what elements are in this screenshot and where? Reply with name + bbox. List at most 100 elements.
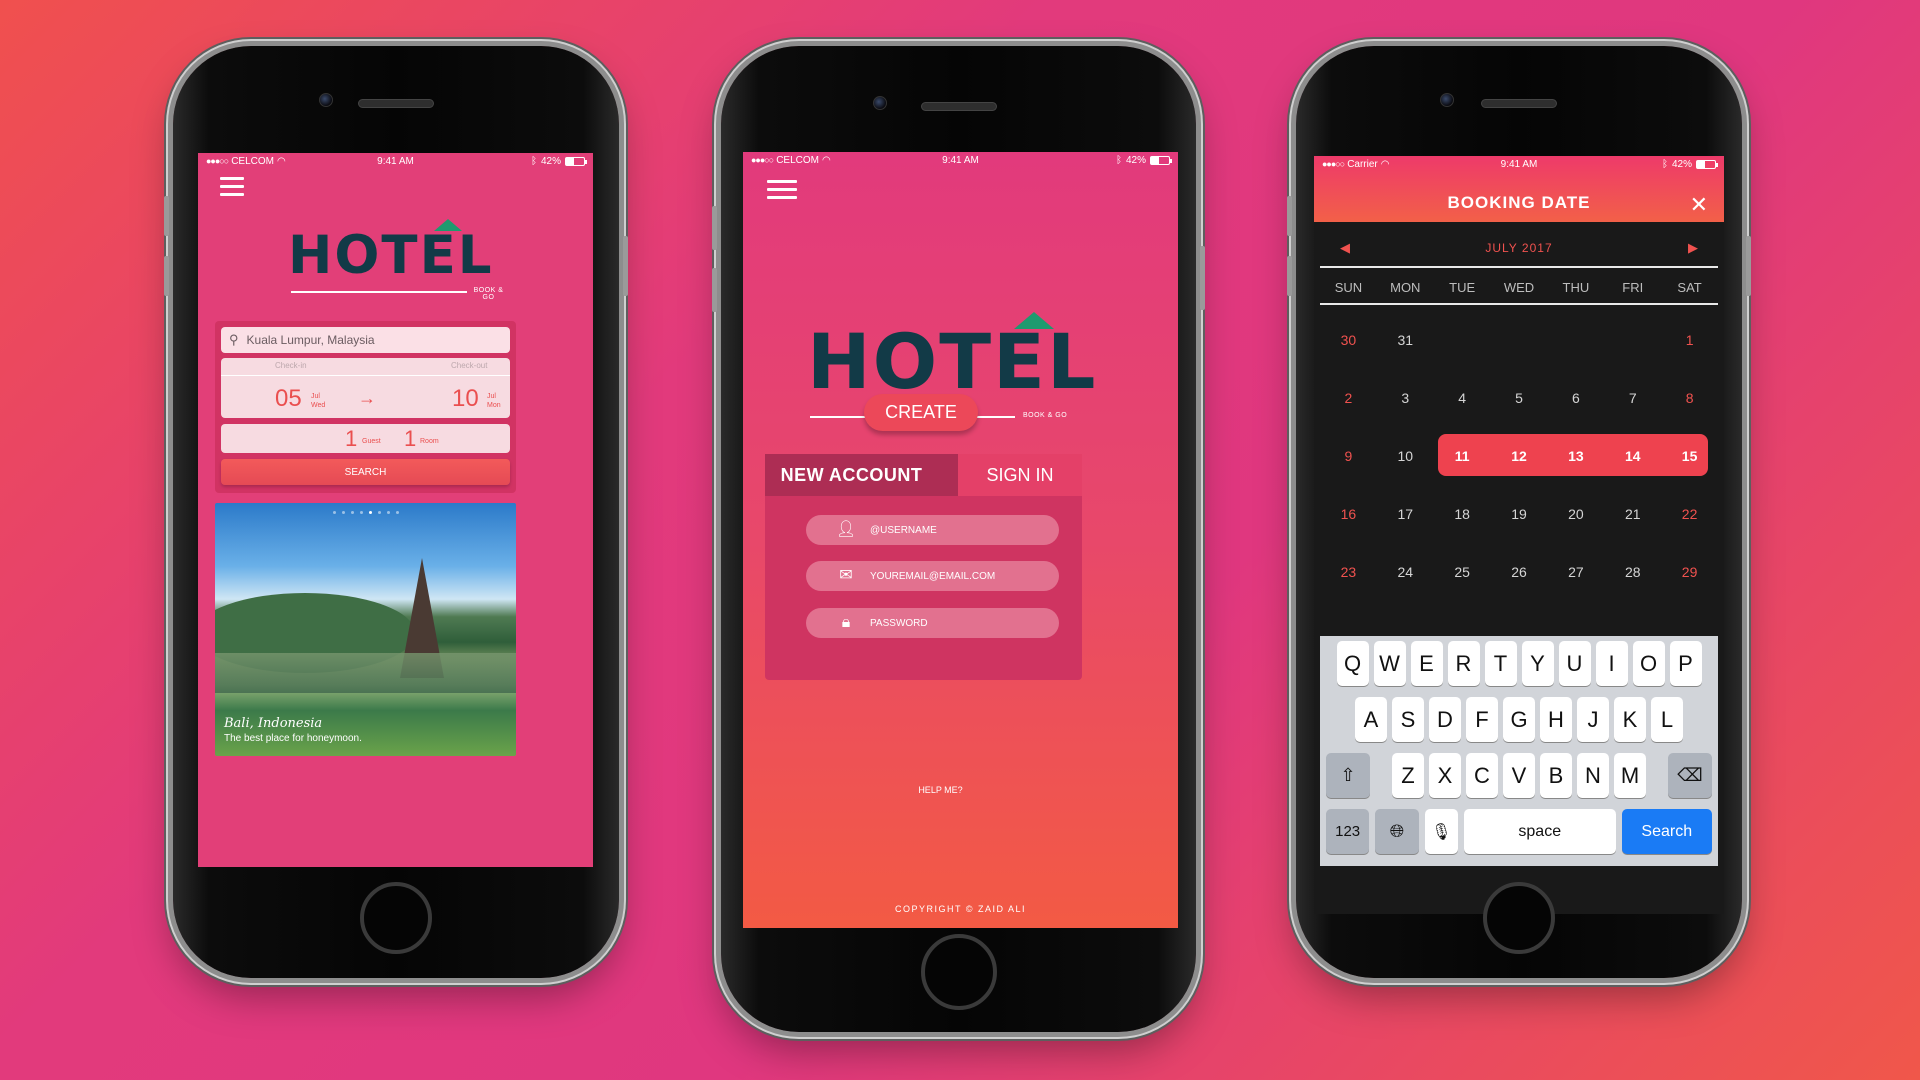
globe-key-icon[interactable]: 🌐︎ — [1375, 809, 1419, 854]
date-picker[interactable]: Check-in Check-out 05 Jul Wed → 10 Jul M… — [221, 358, 510, 418]
lock-icon: 🔒︎ — [841, 614, 851, 631]
microphone-key-icon[interactable]: 🎙︎ — [1424, 809, 1459, 854]
calendar-day[interactable]: 9 — [1320, 448, 1377, 506]
home-button[interactable] — [360, 882, 432, 954]
calendar-day-selected[interactable]: 12 — [1491, 448, 1548, 506]
next-month-icon[interactable]: ▶ — [1688, 240, 1698, 256]
calendar-day[interactable]: 6 — [1547, 390, 1604, 448]
checkout-day[interactable]: 10 — [452, 385, 479, 413]
guest-room-selector[interactable]: 1 Guest 1 Room — [221, 424, 510, 453]
key[interactable]: L — [1651, 697, 1683, 742]
shift-key-icon[interactable]: ⇧ — [1326, 753, 1370, 798]
key[interactable]: R — [1447, 641, 1480, 686]
key[interactable]: A — [1355, 697, 1387, 742]
key[interactable]: Q — [1336, 641, 1369, 686]
key[interactable]: I — [1595, 641, 1628, 686]
search-icon: ⚲ — [229, 332, 239, 347]
calendar-day[interactable] — [1547, 332, 1604, 390]
checkin-day[interactable]: 05 — [275, 385, 302, 413]
menu-icon[interactable] — [220, 177, 244, 196]
calendar-day[interactable]: 7 — [1604, 390, 1661, 448]
calendar-day[interactable]: 26 — [1491, 564, 1548, 622]
key[interactable]: J — [1577, 697, 1609, 742]
search-button[interactable]: SEARCH — [221, 459, 510, 485]
calendar-day[interactable]: 23 — [1320, 564, 1377, 622]
key[interactable]: D — [1429, 697, 1461, 742]
key[interactable]: G — [1503, 697, 1535, 742]
key[interactable]: Y — [1521, 641, 1554, 686]
calendar-day-selected[interactable]: 11 — [1434, 448, 1491, 506]
key[interactable]: O — [1632, 641, 1665, 686]
calendar-day[interactable] — [1491, 332, 1548, 390]
tab-sign-in[interactable]: SIGN IN — [958, 454, 1082, 496]
calendar-day[interactable]: 5 — [1491, 390, 1548, 448]
weekday-label: WED — [1503, 280, 1535, 295]
calendar-day[interactable]: 1 — [1661, 332, 1718, 390]
key[interactable]: X — [1429, 753, 1461, 798]
destination-search[interactable]: ⚲ Kuala Lumpur, Malaysia — [221, 327, 510, 353]
key[interactable]: B — [1540, 753, 1572, 798]
key[interactable]: C — [1466, 753, 1498, 798]
backspace-key-icon[interactable]: ⌫ — [1668, 753, 1712, 798]
calendar-day[interactable]: 19 — [1491, 506, 1548, 564]
key[interactable]: V — [1503, 753, 1535, 798]
calendar-day[interactable]: 25 — [1434, 564, 1491, 622]
key[interactable]: E — [1410, 641, 1443, 686]
key[interactable]: F — [1466, 697, 1498, 742]
key[interactable]: H — [1540, 697, 1572, 742]
calendar-day-selected[interactable]: 14 — [1604, 448, 1661, 506]
carousel-dots[interactable] — [215, 511, 516, 514]
calendar-day[interactable]: 3 — [1377, 390, 1434, 448]
key[interactable]: S — [1392, 697, 1424, 742]
weekday-label: SUN — [1334, 280, 1363, 295]
calendar-day-selected[interactable]: 13 — [1547, 448, 1604, 506]
close-icon[interactable]: ✕ — [1690, 192, 1708, 218]
hotel-logo: HOTEL BOOK & GO — [288, 219, 508, 301]
calendar-day[interactable] — [1434, 332, 1491, 390]
key[interactable]: T — [1484, 641, 1517, 686]
calendar-day[interactable] — [1604, 332, 1661, 390]
home-button[interactable] — [1483, 882, 1555, 954]
calendar-day[interactable]: 27 — [1547, 564, 1604, 622]
calendar-day-selected[interactable]: 15 — [1661, 448, 1718, 506]
calendar-day[interactable]: 10 — [1377, 448, 1434, 506]
key[interactable]: P — [1669, 641, 1702, 686]
calendar-day[interactable]: 30 — [1320, 332, 1377, 390]
calendar-day[interactable]: 22 — [1661, 506, 1718, 564]
calendar-day[interactable]: 16 — [1320, 506, 1377, 564]
username-field[interactable]: 👤︎ @USERNAME — [806, 515, 1059, 545]
key[interactable]: M — [1614, 753, 1646, 798]
key[interactable]: K — [1614, 697, 1646, 742]
space-key[interactable]: space — [1464, 809, 1616, 854]
calendar-day[interactable]: 2 — [1320, 390, 1377, 448]
calendar-day[interactable]: 31 — [1377, 332, 1434, 390]
logo-tagline: BOOK & GO — [473, 287, 504, 301]
featured-destination-card[interactable]: Bali, Indonesia The best place for honey… — [215, 503, 516, 756]
calendar-day[interactable]: 18 — [1434, 506, 1491, 564]
key[interactable]: W — [1373, 641, 1406, 686]
status-bar: ●●●○○ Carrier ◠ 9:41 AM ᛒ 42% — [1314, 156, 1724, 172]
destination-value: Kuala Lumpur, Malaysia — [246, 333, 375, 347]
tab-new-account[interactable]: NEW ACCOUNT — [765, 454, 958, 496]
calendar-day[interactable]: 29 — [1661, 564, 1718, 622]
calendar-day[interactable]: 28 — [1604, 564, 1661, 622]
calendar-day[interactable]: 8 — [1661, 390, 1718, 448]
search-key[interactable]: Search — [1621, 809, 1712, 854]
create-button[interactable]: CREATE — [864, 394, 978, 431]
key[interactable]: N — [1577, 753, 1609, 798]
destination-name: Bali, Indonesia — [224, 716, 323, 731]
key[interactable]: Z — [1392, 753, 1424, 798]
calendar-day[interactable]: 24 — [1377, 564, 1434, 622]
numbers-key[interactable]: 123 — [1326, 809, 1370, 854]
month-navigator: ◀ JULY 2017 ▶ — [1314, 240, 1724, 260]
key[interactable]: U — [1558, 641, 1591, 686]
calendar-day[interactable]: 4 — [1434, 390, 1491, 448]
calendar-day[interactable]: 21 — [1604, 506, 1661, 564]
help-link[interactable]: HELP ME? — [743, 785, 1158, 795]
menu-icon[interactable] — [767, 180, 797, 199]
calendar-day[interactable]: 17 — [1377, 506, 1434, 564]
password-field[interactable]: 🔒︎ PASSWORD — [806, 608, 1059, 638]
calendar-day[interactable]: 20 — [1547, 506, 1604, 564]
home-button[interactable] — [920, 934, 997, 1010]
email-field[interactable]: ✉ YOUREMAIL@EMAIL.COM — [806, 561, 1059, 591]
